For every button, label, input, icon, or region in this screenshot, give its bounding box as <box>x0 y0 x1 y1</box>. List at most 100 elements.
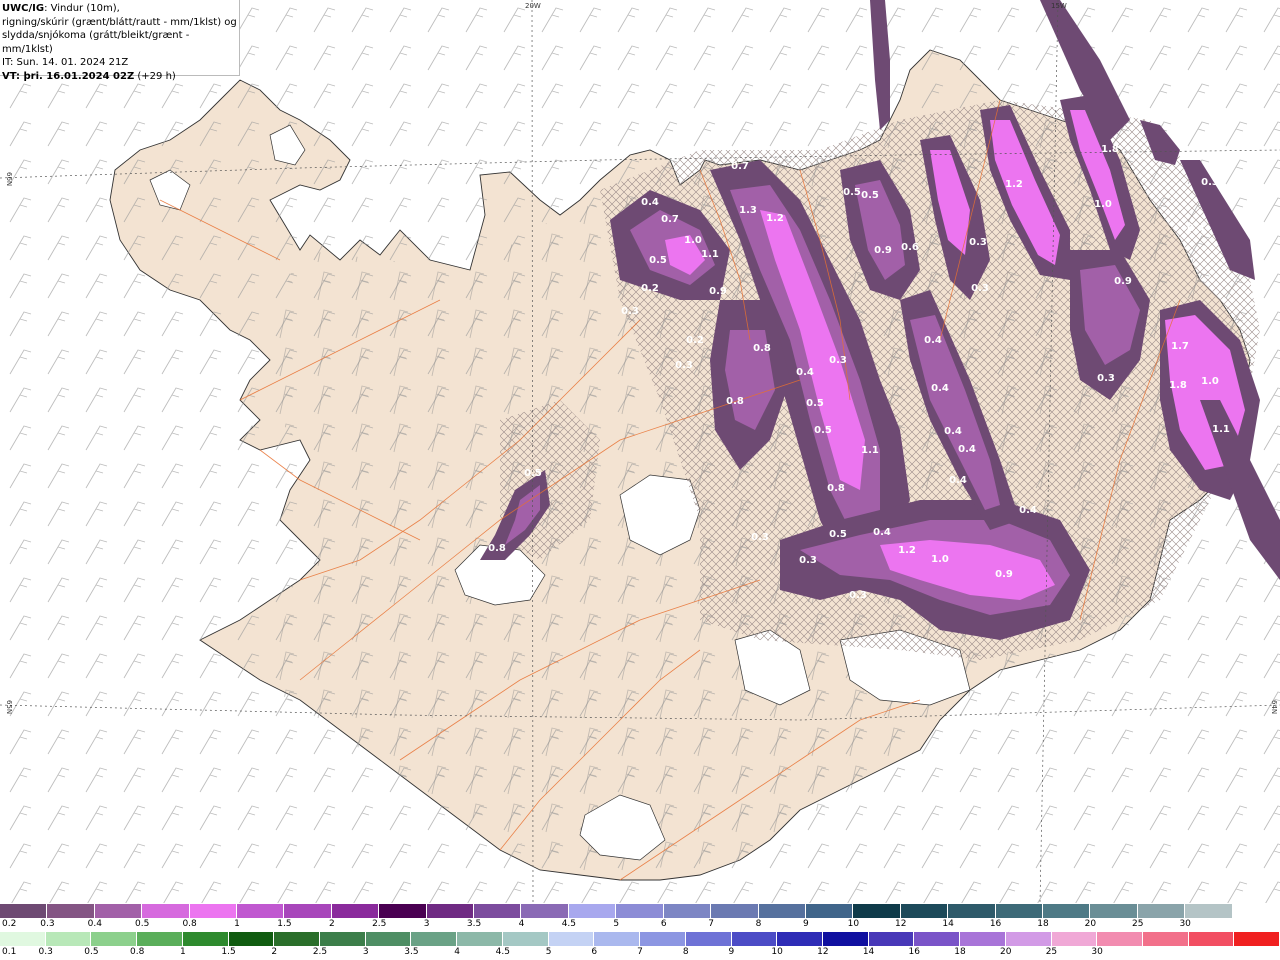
valid-time: VT: þri. 16.01.2024 02Z <box>2 70 135 82</box>
legend-swatch <box>47 904 95 918</box>
legend-tick-label: 30 <box>1179 919 1191 929</box>
legend-swatch <box>521 904 569 918</box>
precip-value-label: 0.3 <box>1097 373 1115 384</box>
legend-tick-label: 1.5 <box>221 947 236 957</box>
legend-swatch <box>94 904 143 918</box>
legend-swatch <box>1234 932 1280 946</box>
legend-tick-label: 6 <box>660 919 667 929</box>
legend-tick-label: 0.3 <box>38 947 53 957</box>
lead-time: (+29 h) <box>134 70 176 82</box>
precip-value-label: 0.7 <box>661 214 679 225</box>
legend-swatch <box>777 932 823 946</box>
precip-value-label: 0.9 <box>995 569 1013 580</box>
precip-value-label: 1.1 <box>861 445 879 456</box>
legend-tick-label: 14 <box>942 919 954 929</box>
legend-tick-label: 25 <box>1132 919 1144 929</box>
precip-value-label: 0.3 <box>799 555 817 566</box>
legend-rain-colorbar <box>0 932 1280 946</box>
legend-swatch <box>731 932 778 946</box>
precip-value-label: 0.3 <box>849 590 867 601</box>
lat-label-64n: 64N <box>1270 700 1278 714</box>
lat-label-65n: 65N <box>5 700 13 714</box>
precip-value-label: 0.3 <box>751 532 769 543</box>
legend-snow-labels: 0.2 0.3 0.4 0.5 0.8 1 1.5 2 2.5 3 3.5 4 4.5 5 6 7 8 9 10 12… <box>0 919 1280 931</box>
legend-tick-label: 5 <box>545 947 552 957</box>
legend-swatch <box>568 904 617 918</box>
legend-swatch <box>1042 904 1091 918</box>
precip-value-label: 0.5 <box>814 425 832 436</box>
legend-tick-label: 2 <box>271 947 278 957</box>
legend-tick-label: 6 <box>591 947 598 957</box>
legend-tick-label: 2.5 <box>372 919 387 929</box>
legend-tick-label: 1.5 <box>277 919 292 929</box>
precip-value-label: 0.3 <box>829 355 847 366</box>
legend-swatch <box>1097 932 1143 946</box>
precip-value-label: 0.4 <box>1019 505 1037 516</box>
legend-swatch <box>182 932 229 946</box>
precip-value-label: 0.5 <box>829 529 847 540</box>
legend-swatch <box>853 904 901 918</box>
legend-snow-colorbar <box>0 904 1280 918</box>
legend-tick-label: 3.5 <box>404 947 419 957</box>
title-desc-3: slydda/snjókoma (grátt/bleikt/grænt - mm… <box>2 30 190 55</box>
legend-tick-label: 1 <box>234 919 240 929</box>
precip-value-label: 1.0 <box>931 554 949 565</box>
legend-tick-label: 10 <box>771 947 783 957</box>
precip-value-label: 0.5 <box>861 190 879 201</box>
legend-swatch <box>189 904 238 918</box>
legend-tick-label: 20 <box>999 947 1012 957</box>
legend-tick-label: 8 <box>682 947 689 957</box>
precip-value-label: 0.9 <box>1114 276 1132 287</box>
precip-value-label: 0.8 <box>753 343 771 354</box>
precip-value-label: 0.4 <box>949 475 967 486</box>
legend-swatch <box>900 904 949 918</box>
precip-value-label: 1.1 <box>1212 424 1230 435</box>
precip-value-label: 1.7 <box>1171 341 1189 352</box>
legend-swatch <box>1137 904 1186 918</box>
precip-value-label: 0.3 <box>1201 177 1219 188</box>
init-time: IT: Sun. 14. 01. 2024 21Z <box>2 57 129 68</box>
precip-value-label: 0.2 <box>641 283 659 294</box>
legend-swatch <box>822 932 869 946</box>
legend-swatch <box>948 904 996 918</box>
forecast-map[interactable]: 20W 15W 66N 65N 64N 0.40.71.01.10.50.30.… <box>0 0 1280 903</box>
precip-value-label: 0.5 <box>843 187 861 198</box>
legend-tick-label: 16 <box>908 947 921 957</box>
legend-swatch <box>137 932 183 946</box>
legend-swatch <box>411 932 458 946</box>
precip-value-label: 0.4 <box>924 335 942 346</box>
legend-swatch <box>474 904 522 918</box>
precip-value-label: 1.0 <box>1201 376 1219 387</box>
precip-value-label: 0.8 <box>827 483 845 494</box>
precip-value-label: 0.7 <box>731 161 749 172</box>
precip-value-label: 1.2 <box>898 545 916 556</box>
legend-swatch <box>805 904 854 918</box>
precip-value-label: 0.4 <box>931 383 949 394</box>
legend-tick-label: 3 <box>362 947 369 957</box>
legend-tick-label: 4 <box>454 947 461 957</box>
legend-tick-label: 9 <box>803 919 809 929</box>
legend-swatch <box>685 932 732 946</box>
legend-tick-label: 4.5 <box>561 919 577 929</box>
legend-tick-label: 3.5 <box>466 919 482 929</box>
legend-swatch <box>1090 904 1138 918</box>
precip-value-label: 1.2 <box>1005 179 1023 190</box>
legend-swatch <box>274 932 321 946</box>
legend-tick-label: 25 <box>1045 947 1058 957</box>
precip-value-label: 0.5 <box>649 255 667 266</box>
legend-swatch <box>228 932 275 946</box>
legend-tick-label: 14 <box>862 947 875 957</box>
precip-value-label: 0.2 <box>643 505 661 516</box>
legend-rain-labels: 0.1 0.3 0.5 0.8 1 1.5 2 2.5 3 3.5 4 4.5 5 6 7 8 9 10 12 14 1… <box>0 947 1280 959</box>
precip-value-label: 1.8 <box>1169 380 1187 391</box>
legend-swatch <box>914 932 961 946</box>
legend-swatch <box>868 932 915 946</box>
precip-value-label: 0.8 <box>726 396 744 407</box>
precip-value-label: 0.9 <box>709 286 727 297</box>
legend-tick-label: 2 <box>328 919 335 929</box>
legend-tick-label: 0.8 <box>129 947 145 957</box>
legend-swatch <box>1051 932 1098 946</box>
precip-value-label: 1.1 <box>701 249 719 260</box>
lon-label-20w: 20W <box>525 2 541 10</box>
precip-value-label: 0.4 <box>1187 223 1205 234</box>
